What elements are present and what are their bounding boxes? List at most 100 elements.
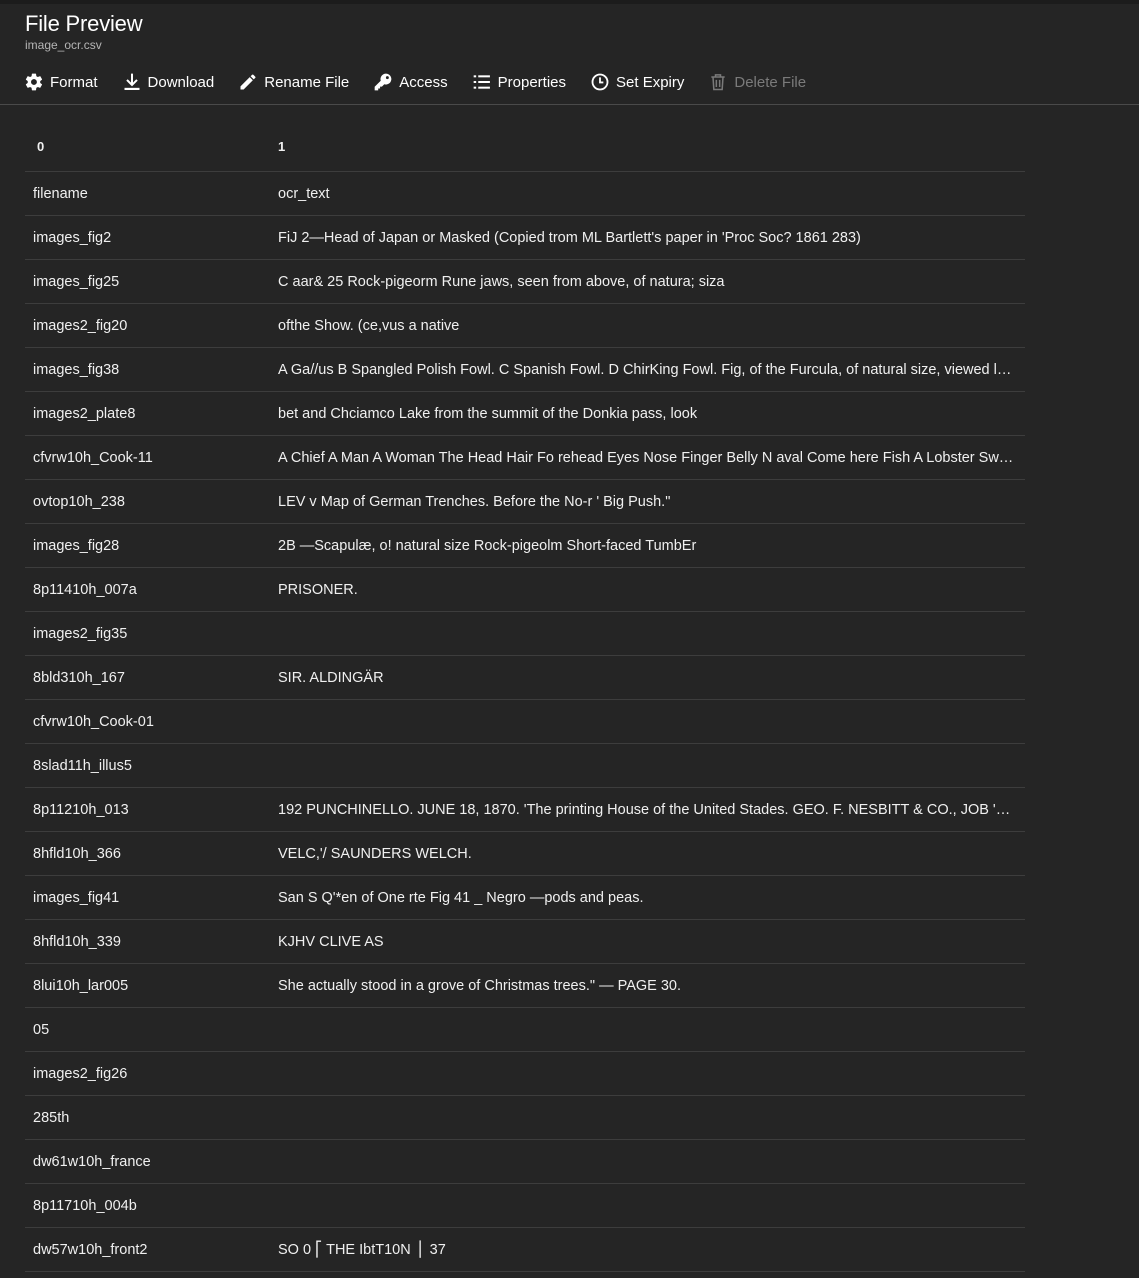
- column-header[interactable]: 1: [270, 122, 1025, 172]
- download-label: Download: [147, 73, 215, 91]
- table-body: filename ocr_text images_fig2 FiJ 2—Head of…: [25, 171, 1025, 1272]
- filename-cell: filename: [25, 171, 270, 216]
- csv-preview-table: 0 1 filename ocr_text images_fig2 FiJ 2—Hea…: [25, 122, 1025, 1272]
- ocr-text-cell: [270, 1007, 1025, 1052]
- ocr-text-cell: 2B —Scapulæ, o! natural size Rock-pigeol…: [270, 523, 1025, 568]
- ocr-text-cell: PRISONER.: [270, 567, 1025, 612]
- filename-cell: 285th: [25, 1095, 270, 1140]
- rename-file-label: Rename File: [264, 73, 350, 91]
- table-header-row: 0 1: [25, 122, 1025, 172]
- set-expiry-label: Set Expiry: [616, 73, 685, 91]
- filename-cell: cfvrw10h_Cook-11: [25, 435, 270, 480]
- table-row[interactable]: images_fig25 C aar& 25 Rock-pigeorm Rune …: [25, 259, 1025, 304]
- ocr-text-cell: C aar& 25 Rock-pigeorm Rune jaws, seen f…: [270, 259, 1025, 304]
- table-row[interactable]: 8lui10h_lar005 She actually stood in a gr…: [25, 963, 1025, 1008]
- column-header[interactable]: 0: [25, 122, 270, 172]
- format-button[interactable]: Format: [24, 68, 98, 96]
- filename-cell: images2_fig35: [25, 611, 270, 656]
- key-icon: [374, 73, 392, 91]
- ocr-text-cell: 192 PUNCHINELLO. JUNE 18, 1870. 'The pri…: [270, 787, 1025, 832]
- table-row[interactable]: images2_fig35: [25, 611, 1025, 656]
- gear-icon: [25, 73, 43, 91]
- table-row[interactable]: cfvrw10h_Cook-01: [25, 699, 1025, 744]
- filename-cell: 05: [25, 1007, 270, 1052]
- ocr-text-cell: SO 0 ⎡ THE IbtT10N ⎪ 37: [270, 1227, 1025, 1272]
- filename-cell: 8bld310h_167: [25, 655, 270, 700]
- table-row[interactable]: 8p11710h_004b: [25, 1183, 1025, 1228]
- ocr-text-cell: [270, 1139, 1025, 1184]
- table-row[interactable]: ovtop10h_238 LEV v Map of German Trenches…: [25, 479, 1025, 524]
- ocr-text-cell: A Chief A Man A Woman The Head Hair Fo r…: [270, 435, 1025, 480]
- table-row[interactable]: images_fig2 FiJ 2—Head of Japan or Masked…: [25, 215, 1025, 260]
- page-title: File Preview: [25, 11, 143, 36]
- filename-cell: 8p11410h_007a: [25, 567, 270, 612]
- ocr-text-cell: ofthe Show. (ce,vus a native: [270, 303, 1025, 348]
- ocr-text-cell: FiJ 2—Head of Japan or Masked (Copied tr…: [270, 215, 1025, 260]
- toolbar-divider: [0, 104, 1139, 105]
- table-row[interactable]: images_fig38 A Ga//us B Spangled Polish F…: [25, 347, 1025, 392]
- ocr-text-cell: ocr_text: [270, 171, 1025, 216]
- filename-cell: images2_plate8: [25, 391, 270, 436]
- ocr-text-cell: [270, 611, 1025, 656]
- filename-cell: 8p11710h_004b: [25, 1183, 270, 1228]
- format-label: Format: [50, 73, 98, 91]
- filename-cell: 8slad11h_illus5: [25, 743, 270, 788]
- access-button[interactable]: Access: [373, 68, 448, 96]
- filename-cell: dw57w10h_front2: [25, 1227, 270, 1272]
- ocr-text-cell: SIR. ALDINGÄR: [270, 655, 1025, 700]
- table-row[interactable]: images_fig28 2B —Scapulæ, o! natural size…: [25, 523, 1025, 568]
- table-row[interactable]: images2_fig26: [25, 1051, 1025, 1096]
- rename-file-button[interactable]: Rename File: [238, 68, 349, 96]
- table-row[interactable]: 8slad11h_illus5: [25, 743, 1025, 788]
- toolbar: Format Download Rename File Access Prope…: [24, 68, 830, 96]
- table-row[interactable]: images_fig41 San S Q'*en of One rte Fig 4…: [25, 875, 1025, 920]
- ocr-text-cell: [270, 1095, 1025, 1140]
- download-icon: [124, 73, 140, 90]
- file-preview-window: File Preview image_ocr.csv Format Downlo…: [0, 0, 1139, 1278]
- list-icon: [473, 75, 490, 89]
- filename-cell: images2_fig20: [25, 303, 270, 348]
- ocr-text-cell: [270, 743, 1025, 788]
- table-row[interactable]: 8hfld10h_339 KJHV CLIVE AS: [25, 919, 1025, 964]
- table-row[interactable]: 8p11410h_007a PRISONER.: [25, 567, 1025, 612]
- table-row[interactable]: images2_fig20 ofthe Show. (ce,vus a nativ…: [25, 303, 1025, 348]
- table-row[interactable]: 285th: [25, 1095, 1025, 1140]
- delete-file-button[interactable]: Delete File: [708, 68, 806, 96]
- table-row[interactable]: 05: [25, 1007, 1025, 1052]
- table-row[interactable]: dw57w10h_front2 SO 0 ⎡ THE IbtT10N ⎪ 37: [25, 1227, 1025, 1272]
- ocr-text-cell: VELC,'/ SAUNDERS WELCH.: [270, 831, 1025, 876]
- table-row[interactable]: 8hfld10h_366 VELC,'/ SAUNDERS WELCH.: [25, 831, 1025, 876]
- table-row[interactable]: 8bld310h_167 SIR. ALDINGÄR: [25, 655, 1025, 700]
- table-row[interactable]: images2_plate8 bet and Chciamco Lake from…: [25, 391, 1025, 436]
- ocr-text-cell: LEV v Map of German Trenches. Before the…: [270, 479, 1025, 524]
- ocr-text-cell: She actually stood in a grove of Christm…: [270, 963, 1025, 1008]
- header: File Preview image_ocr.csv: [25, 10, 143, 52]
- trash-icon: [711, 74, 726, 91]
- table-row[interactable]: filename ocr_text: [25, 171, 1025, 216]
- download-button[interactable]: Download: [122, 68, 215, 96]
- table-row[interactable]: cfvrw10h_Cook-11 A Chief A Man A Woman Th…: [25, 435, 1025, 480]
- filename-cell: images_fig41: [25, 875, 270, 920]
- pencil-icon: [240, 74, 256, 90]
- set-expiry-button[interactable]: Set Expiry: [590, 68, 684, 96]
- properties-button[interactable]: Properties: [472, 68, 566, 96]
- ocr-text-cell: KJHV CLIVE AS: [270, 919, 1025, 964]
- filename-cell: images2_fig26: [25, 1051, 270, 1096]
- filename-cell: images_fig25: [25, 259, 270, 304]
- filename-cell: ovtop10h_238: [25, 479, 270, 524]
- filename-cell: 8lui10h_lar005: [25, 963, 270, 1008]
- table-row[interactable]: 8p11210h_013 192 PUNCHINELLO. JUNE 18, 18…: [25, 787, 1025, 832]
- filename-cell: 8hfld10h_339: [25, 919, 270, 964]
- ocr-text-cell: [270, 1051, 1025, 1096]
- filename-cell: cfvrw10h_Cook-01: [25, 699, 270, 744]
- ocr-text-cell: A Ga//us B Spangled Polish Fowl. C Spani…: [270, 347, 1025, 392]
- clock-icon: [591, 73, 609, 91]
- delete-file-label: Delete File: [734, 73, 807, 91]
- file-name: image_ocr.csv: [25, 38, 102, 52]
- filename-cell: images_fig2: [25, 215, 270, 260]
- ocr-text-cell: [270, 1183, 1025, 1228]
- ocr-text-cell: San S Q'*en of One rte Fig 41 _ Negro —p…: [270, 875, 1025, 920]
- table-row[interactable]: dw61w10h_france: [25, 1139, 1025, 1184]
- filename-cell: 8p11210h_013: [25, 787, 270, 832]
- filename-cell: images_fig38: [25, 347, 270, 392]
